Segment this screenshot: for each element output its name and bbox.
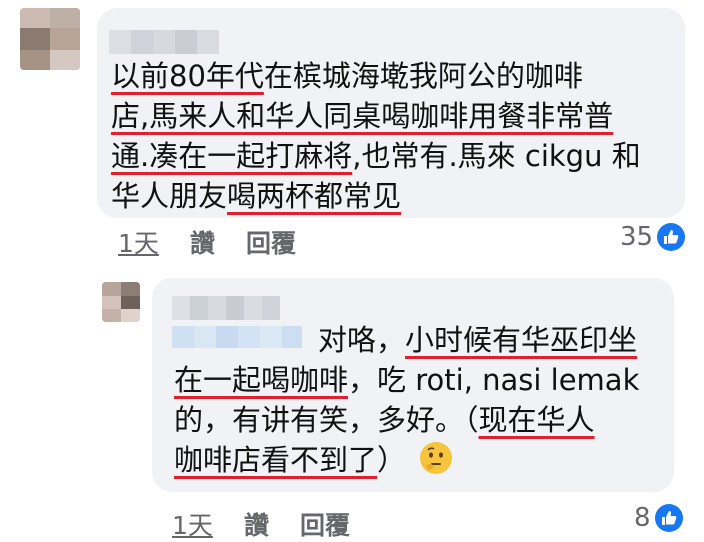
comment-text-segment: 凑在一起打麻将 bbox=[149, 139, 353, 173]
like-button[interactable]: 讚 bbox=[190, 224, 215, 260]
reply-button[interactable]: 回覆 bbox=[246, 224, 296, 260]
comment-line: 的，有讲有笑，多好。（现在华人 bbox=[174, 402, 595, 438]
commenter-avatar-2[interactable] bbox=[102, 282, 140, 322]
reaction-number: 35 bbox=[620, 222, 654, 252]
comment-text-segment: 以前80年代 bbox=[111, 59, 264, 93]
comment-text-segment: 馬来人和华人同桌喝咖啡用餐非常普 bbox=[149, 99, 614, 133]
comment-text-segment: ，吃 roti, nasi lemak bbox=[348, 363, 640, 397]
comment-text-segment: 在一起喝咖啡 bbox=[174, 363, 349, 397]
comment-line: 华人朋友喝两杯都常见 bbox=[111, 178, 401, 214]
reaction-number: 8 bbox=[634, 503, 651, 533]
like-thumb-icon bbox=[657, 223, 686, 251]
comment-text-segment: ） bbox=[377, 443, 407, 477]
comment-bubble-2: 对咯，小时候有华巫印坐在一起喝咖啡，吃 roti, nasi lemak 的，有讲… bbox=[152, 278, 674, 492]
comment-text-segment: 喝两杯都常见 bbox=[227, 179, 402, 213]
comment-line: 咖啡店看不到了） bbox=[174, 442, 453, 478]
comment-text-segment: 通. bbox=[111, 139, 150, 173]
thinking-face-icon bbox=[420, 442, 453, 474]
comment-text-segment: 小时候有华巫印坐 bbox=[405, 323, 638, 357]
reaction-count-1[interactable]: 35 bbox=[620, 222, 686, 252]
comment-line: 在一起喝咖啡，吃 roti, nasi lemak bbox=[174, 362, 639, 398]
reply-button[interactable]: 回覆 bbox=[300, 506, 350, 542]
commenter-name-redacted[interactable] bbox=[172, 296, 280, 320]
like-button[interactable]: 讚 bbox=[244, 506, 269, 542]
comment-actions-2: 1天 讚 回覆 bbox=[172, 506, 372, 540]
timestamp-link[interactable]: 1天 bbox=[172, 506, 213, 542]
comment-text-segment: 在槟城海墘我阿公的咖啡 bbox=[263, 59, 583, 93]
reaction-count-2[interactable]: 8 bbox=[634, 503, 683, 533]
comment-line: 以前80年代在槟城海墘我阿公的咖啡 bbox=[111, 58, 583, 94]
commenter-name-redacted-line2 bbox=[172, 326, 302, 348]
comment-line: 通.凑在一起打麻将,也常有.馬來 cikgu 和 bbox=[111, 138, 641, 174]
comment-text-segment: 咖啡店看不到了 bbox=[174, 443, 378, 477]
timestamp-link[interactable]: 1天 bbox=[118, 224, 159, 260]
commenter-avatar-1[interactable] bbox=[20, 8, 80, 70]
comment-text-segment: ,也常有.馬來 cikgu 和 bbox=[352, 139, 641, 173]
like-thumb-icon bbox=[654, 504, 683, 532]
comment-text-segment: 对咯， bbox=[318, 323, 406, 357]
comment-text-segment: 现在华人 bbox=[478, 403, 595, 437]
commenter-name-redacted[interactable] bbox=[109, 30, 219, 54]
comment-line: 对咯，小时候有华巫印坐 bbox=[318, 322, 637, 358]
comment-text-segment: 的，有讲有笑，多好。（ bbox=[174, 403, 479, 437]
comment-bubble-1: 以前80年代在槟城海墘我阿公的咖啡 店,馬来人和华人同桌喝咖啡用餐非常普 通.凑在一… bbox=[97, 8, 685, 218]
comment-text-segment: 华人朋友 bbox=[111, 179, 228, 213]
comment-text-segment: 店, bbox=[111, 99, 150, 133]
comment-actions-1: 1天 讚 回覆 bbox=[118, 224, 318, 258]
comment-line: 店,馬来人和华人同桌喝咖啡用餐非常普 bbox=[111, 98, 613, 134]
